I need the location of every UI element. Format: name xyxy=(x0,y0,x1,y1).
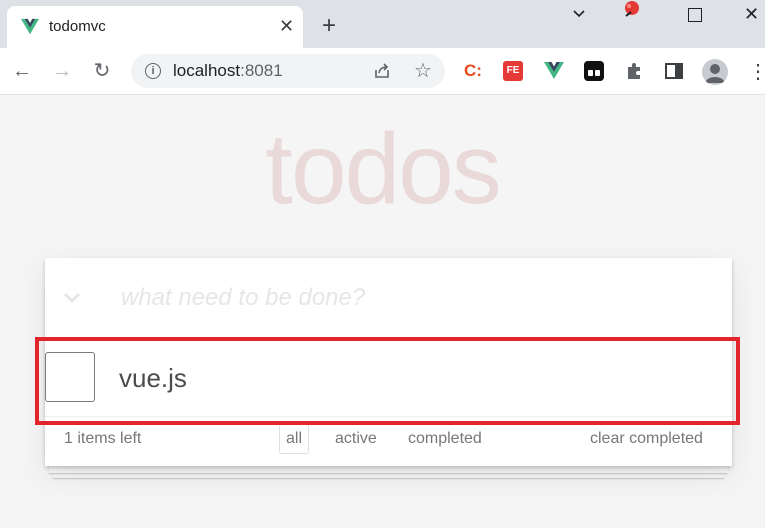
bookmark-star-icon[interactable]: ☆ xyxy=(414,58,432,83)
filter-active[interactable]: active xyxy=(328,424,384,454)
fe-extension-icon[interactable]: FE xyxy=(503,61,523,81)
filter-completed[interactable]: completed xyxy=(401,424,489,454)
todo-label[interactable]: vue.js xyxy=(119,363,187,394)
forward-arrow-icon[interactable]: → xyxy=(50,59,74,83)
items-left-count: 1 items left xyxy=(64,430,142,447)
extensions-puzzle-icon[interactable] xyxy=(624,61,644,81)
maximize-window-button[interactable] xyxy=(688,8,702,22)
toggle-all-chevron-icon[interactable] xyxy=(61,286,83,308)
share-icon[interactable] xyxy=(373,62,391,80)
pin-icon[interactable] xyxy=(622,0,642,20)
c-extension-icon[interactable]: C: xyxy=(464,61,484,81)
browser-tab[interactable]: todomvc ✕ xyxy=(7,6,303,48)
clear-completed-button[interactable]: clear completed xyxy=(590,430,703,448)
new-todo-row xyxy=(45,258,732,339)
browser-toolbar: ← → ↻ i localhost:8081 ☆ C: FE xyxy=(0,48,765,95)
tab-strip: todomvc ✕ + ✕ xyxy=(0,0,765,48)
todo-checkbox[interactable] xyxy=(45,352,95,402)
new-todo-input[interactable] xyxy=(119,274,703,322)
profile-avatar-icon[interactable] xyxy=(702,59,728,85)
tab-title: todomvc xyxy=(49,18,106,35)
close-window-button[interactable]: ✕ xyxy=(744,5,759,23)
address-bar[interactable]: i localhost:8081 ☆ xyxy=(131,54,445,88)
todo-item[interactable]: vue.js xyxy=(45,340,732,417)
more-menu-icon[interactable]: ⋮ xyxy=(748,60,765,84)
stack-shadow-1 xyxy=(49,465,728,473)
dark-extension-icon[interactable] xyxy=(584,61,604,81)
site-info-icon[interactable]: i xyxy=(145,63,161,79)
vue-logo-icon xyxy=(21,18,39,35)
vue-devtools-icon[interactable] xyxy=(544,61,564,81)
todo-footer: 1 items left all active completed clear … xyxy=(45,418,732,462)
filter-all[interactable]: all xyxy=(279,424,310,454)
app-title: todos xyxy=(265,113,502,225)
todo-app-card: vue.js 1 items left all active completed… xyxy=(45,258,732,466)
url-text[interactable]: localhost:8081 xyxy=(173,61,283,81)
new-tab-button[interactable]: + xyxy=(322,14,336,38)
side-panel-icon[interactable] xyxy=(664,61,684,81)
reload-icon[interactable]: ↻ xyxy=(90,59,114,83)
chevron-down-icon[interactable] xyxy=(571,6,587,22)
close-tab-icon[interactable]: ✕ xyxy=(279,16,294,36)
back-arrow-icon[interactable]: ← xyxy=(10,59,34,83)
